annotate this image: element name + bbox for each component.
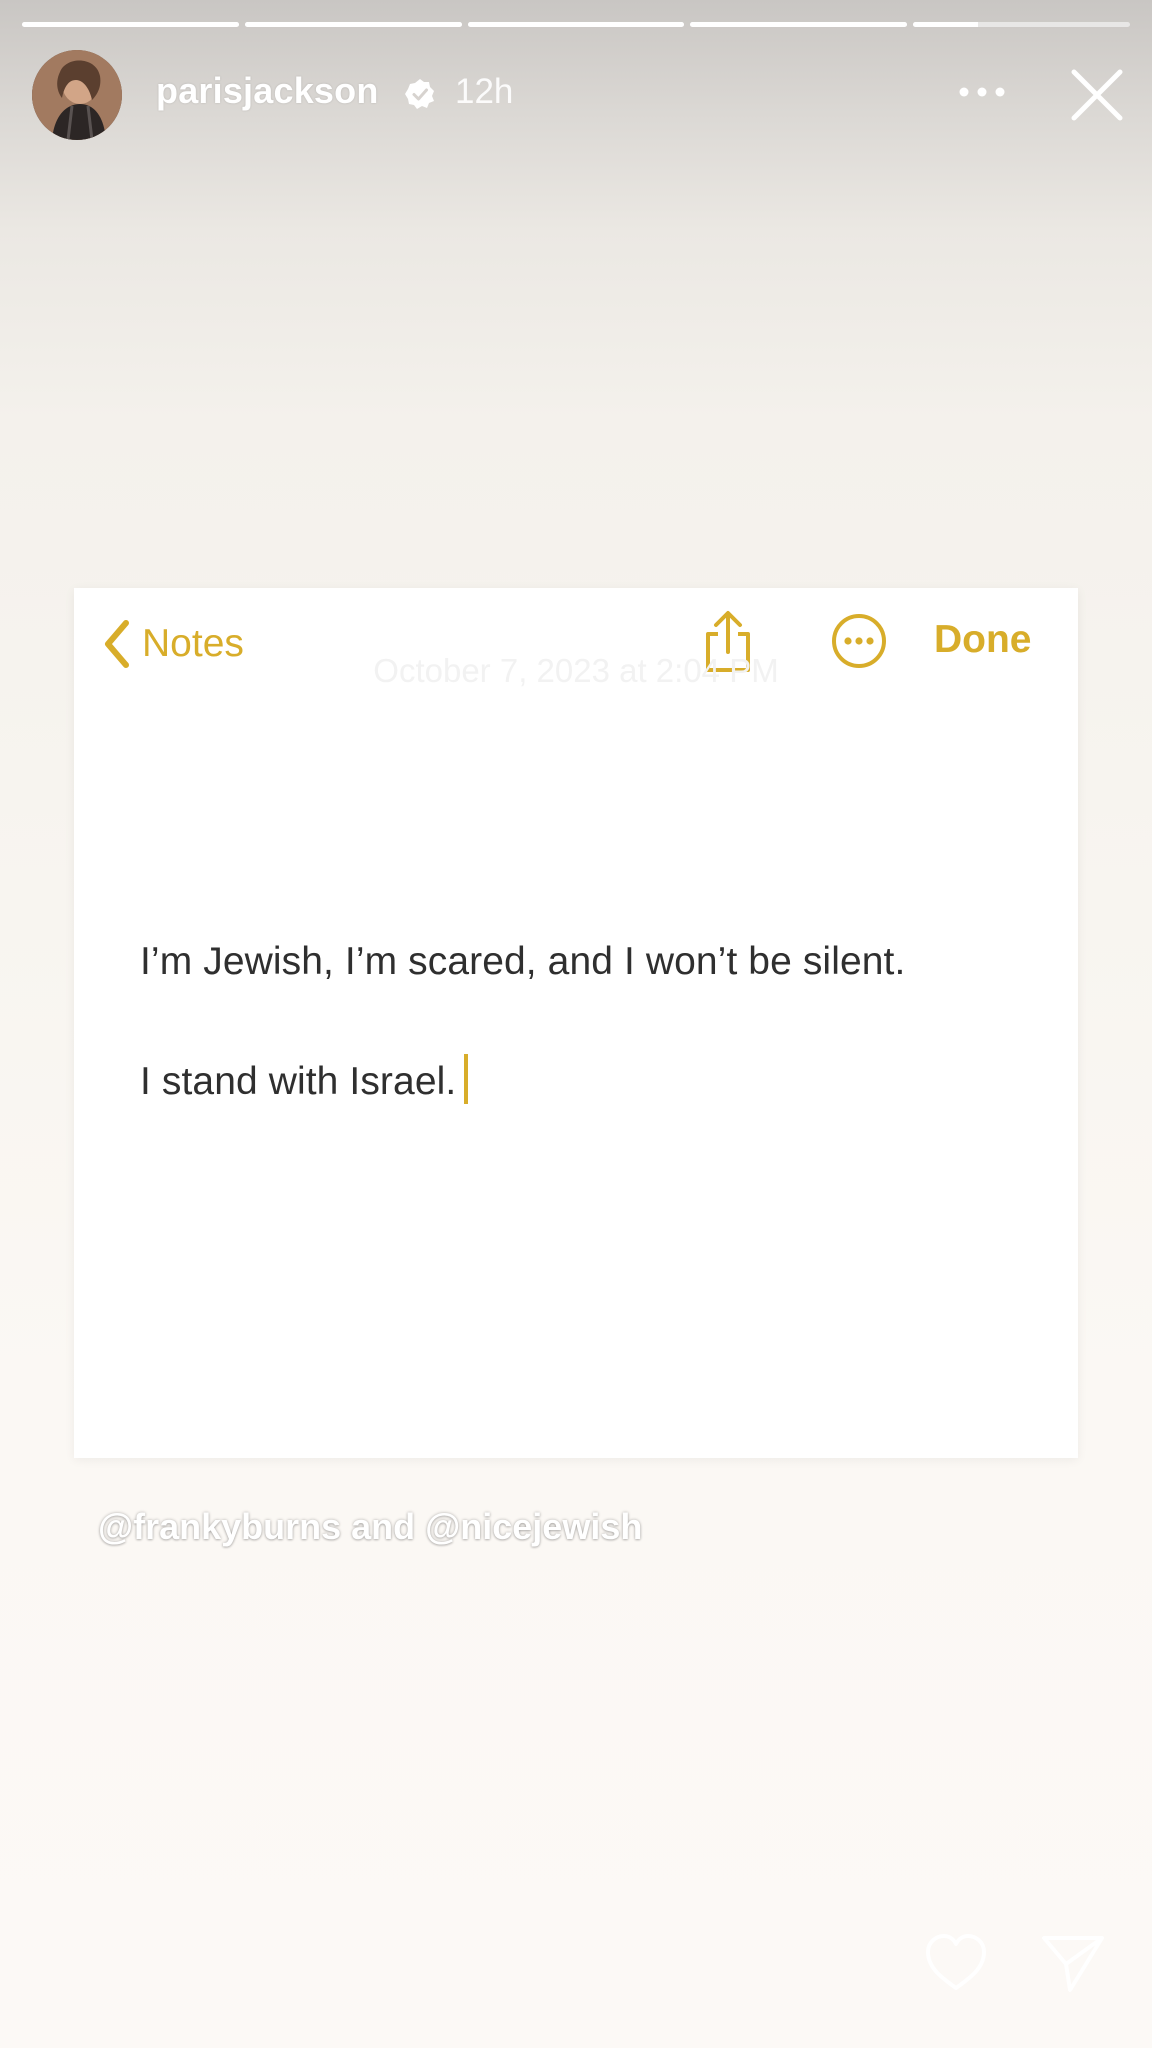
- note-text-line: I’m Jewish, I’m scared, and I won’t be s…: [140, 940, 906, 983]
- story-timestamp: 12h: [455, 72, 514, 111]
- story-progress-bar: [22, 22, 1130, 28]
- progress-segment: [690, 22, 908, 27]
- note-text-line: I stand with Israel.: [140, 1054, 469, 1104]
- notes-screenshot: Notes Done October 7, 2023 at 2:04 PM I’…: [74, 588, 1078, 1458]
- avatar[interactable]: [32, 50, 122, 140]
- more-horizontal-icon[interactable]: [952, 72, 1012, 112]
- send-icon[interactable]: [1040, 1932, 1106, 1994]
- close-icon[interactable]: [1064, 62, 1130, 128]
- note-date: October 7, 2023 at 2:04 PM: [373, 652, 779, 689]
- progress-segment: [467, 22, 685, 27]
- mention-caption[interactable]: @frankyburns and @nicejewish: [98, 1506, 642, 1548]
- text-cursor: [464, 1054, 469, 1104]
- story-header: parisjackson 12h: [32, 50, 1123, 140]
- progress-segment: [913, 22, 1130, 27]
- progress-segment: [244, 22, 462, 27]
- username[interactable]: parisjackson: [156, 70, 379, 112]
- heart-icon[interactable]: [922, 1932, 990, 1994]
- verified-badge-icon: [405, 79, 434, 109]
- progress-segment: [22, 22, 239, 27]
- note-text-line-content: I stand with Israel.: [140, 1060, 457, 1103]
